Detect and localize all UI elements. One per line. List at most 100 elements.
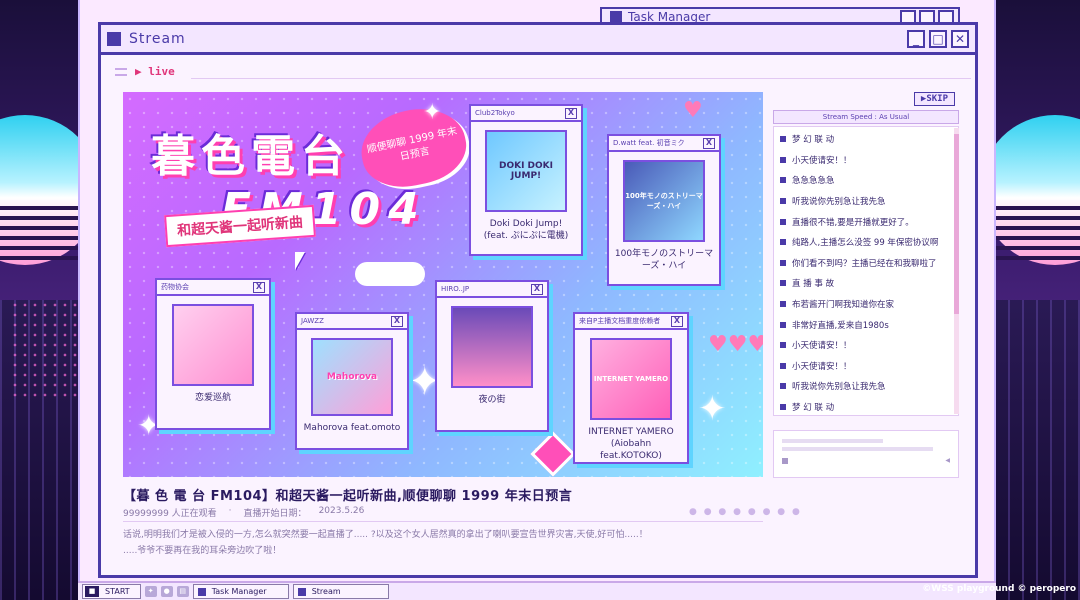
stream-speed: Stream Speed : As Usual [773, 110, 959, 124]
pagination-dots: ● ● ● ● ● ● ● ● [689, 507, 802, 517]
chat-message: 布若酱开门啊我知道你在家 [780, 294, 952, 315]
stream-window: Stream _ □ ✕ ▶ live 暮色電台 FM104 和超天酱一起听新曲… [98, 22, 978, 578]
chat-message: 你们看不到吗？主播已经在和我聊啦了 [780, 253, 952, 274]
viewer-count: 99999999 人正在观看 [123, 509, 217, 519]
message-icon[interactable]: ▤ [176, 586, 189, 597]
album-art: DOKI DOKI JUMP! [485, 130, 567, 212]
close-icon[interactable]: X [703, 137, 715, 149]
taskbar: ■ START ✦ ● ▤ Task Manager Stream [78, 581, 996, 600]
song-title: 夜の街 [478, 395, 506, 405]
bullet-icon [780, 383, 786, 390]
window-icon [197, 587, 206, 596]
pixel-cloud [355, 262, 425, 286]
chat-message: 小天使请安！！ [780, 335, 952, 356]
cursor-icon [295, 252, 305, 270]
pixel-heart-icon: ♥♥♥ [708, 332, 763, 357]
stream-titlebar[interactable]: Stream _ □ ✕ [101, 25, 975, 55]
chat-message: 急急急急急 [780, 170, 952, 191]
bullet-icon [780, 301, 786, 308]
taskbar-item-stream[interactable]: Stream [292, 584, 389, 599]
stream-title: Stream [129, 30, 186, 47]
stream-meta: 99999999 人正在观看 · 直播开始日期： 2023.5.26 [123, 506, 365, 519]
emoji-icon[interactable] [782, 457, 788, 464]
song-card[interactable]: Club2Tokyo X DOKI DOKI JUMP! Doki Doki J… [469, 104, 583, 256]
start-icon: ■ [85, 586, 99, 597]
bullet-icon [780, 404, 786, 411]
song-title: 100年モノのストリーマーズ・ハイ [614, 249, 714, 272]
bullet-icon [780, 239, 786, 246]
menu-icon[interactable] [115, 67, 127, 76]
song-card[interactable]: D.watt feat. 初音ミク X 100年モノのストリーマーズ・ハイ 10… [607, 134, 721, 286]
sparkle-icon: ✦ [423, 100, 442, 125]
bullet-icon [780, 218, 786, 225]
sparkle-icon: ✦ [698, 389, 727, 429]
card-header: 来自P主播文档重度依赖者 X [575, 314, 687, 330]
song-title: Mahorova feat.omoto [303, 423, 401, 433]
card-header: 药物协会 X [157, 280, 269, 296]
close-button[interactable]: ✕ [951, 29, 969, 48]
bullet-icon [780, 342, 786, 349]
card-header: Club2Tokyo X [471, 106, 581, 122]
chat-message: 直播很不错,要是开播就更好了。 [780, 211, 952, 232]
album-art: 100年モノのストリーマーズ・ハイ [623, 160, 705, 242]
bullet-icon [780, 136, 786, 143]
song-card[interactable]: JAWZZ X Mahorova Mahorova feat.omoto [295, 312, 409, 450]
taskbar-item-task-manager[interactable]: Task Manager [192, 584, 289, 599]
pixel-heart-icon: ♥ [683, 98, 703, 123]
close-icon[interactable]: X [531, 283, 543, 295]
window-icon [297, 587, 306, 596]
stream-video[interactable]: 暮色電台 FM104 和超天酱一起听新曲 顺便聊聊 1999 年末日预言 ✦ ✦… [123, 92, 763, 477]
live-indicator: ▶ live [115, 65, 175, 78]
stream-description: 话说,明明我们才是被入侵的一方,怎么就突然要一起直播了..... ?以及这个女人… [123, 530, 648, 557]
maximize-button[interactable]: □ [929, 29, 947, 48]
album-art: INTERNET YAMERO [590, 338, 672, 420]
start-button[interactable]: ■ START [82, 584, 141, 599]
chat-list[interactable]: 梦 幻 联 动小天使请安！！ 急急急急急 听我说你先别急让我先急 直播很不错,要是开播… [773, 126, 959, 416]
song-card[interactable]: 来自P主播文档重度依赖者 X INTERNET YAMERO INTERNET … [573, 312, 689, 464]
card-header: JAWZZ X [297, 314, 407, 330]
window-icon [107, 31, 121, 46]
send-icon[interactable]: ◀ [945, 457, 950, 464]
close-icon[interactable]: X [253, 281, 265, 293]
card-header: HIRO..JP X [437, 282, 547, 298]
chat-panel: ▶SKIP Stream Speed : As Usual 梦 幻 联 动小天使… [773, 92, 961, 478]
copyright: ©WSS playground © peropero [922, 584, 1076, 594]
chat-message: 梦 幻 联 动 [780, 129, 952, 150]
chat-input-area[interactable]: ◀ [773, 430, 959, 478]
skip-button[interactable]: ▶SKIP [913, 92, 955, 106]
live-label: ▶ live [135, 65, 175, 78]
song-title: 恋爱巡航 [194, 393, 231, 403]
crystal-icon [530, 431, 576, 477]
album-art [172, 304, 254, 386]
chat-scrollbar[interactable] [954, 128, 959, 414]
chat-message: 听我说你先别急让我先急 [780, 376, 952, 397]
chat-message: 直 播 事 故 [780, 273, 952, 294]
bullet-icon [780, 280, 786, 287]
song-card[interactable]: 药物协会 X 恋爱巡航 [155, 278, 271, 430]
bullet-icon [780, 259, 786, 266]
scroll-thumb[interactable] [954, 134, 959, 314]
song-title: Doki Doki Jump! (feat. ぷにぷに電機) [483, 219, 569, 242]
chat-message: 梦 幻 联 动 [780, 397, 952, 415]
start-date: 2023.5.26 [318, 506, 365, 516]
bullet-icon [780, 177, 786, 184]
chat-message: 非常好直播,爱来自1980s [780, 314, 952, 335]
minimize-button[interactable]: _ [907, 29, 925, 48]
card-header: D.watt feat. 初音ミク X [609, 136, 719, 152]
song-title: INTERNET YAMERO (Aiobahn feat.KOTOKO) [588, 427, 674, 462]
stream-title-text: 【暮 色 電 台 FM104】和超天酱一起听新曲,顺便聊聊 1999 年末日预言 [123, 489, 573, 504]
chat-icon[interactable]: ● [160, 586, 173, 597]
bird-icon[interactable]: ✦ [144, 586, 157, 597]
song-card[interactable]: HIRO..JP X 夜の街 [435, 280, 549, 432]
bullet-icon [780, 362, 786, 369]
album-art [451, 306, 533, 388]
close-icon[interactable]: X [565, 107, 577, 119]
album-art: Mahorova [311, 338, 393, 416]
chat-message: 听我说你先别急让我先急 [780, 191, 952, 212]
bullet-icon [780, 321, 786, 328]
chat-message: 纯路人,主播怎么没签 99 年保密协议啊 [780, 232, 952, 253]
close-icon[interactable]: X [671, 315, 683, 327]
bullet-icon [780, 156, 786, 163]
close-icon[interactable]: X [391, 315, 403, 327]
start-label: 直播开始日期： [243, 509, 307, 519]
